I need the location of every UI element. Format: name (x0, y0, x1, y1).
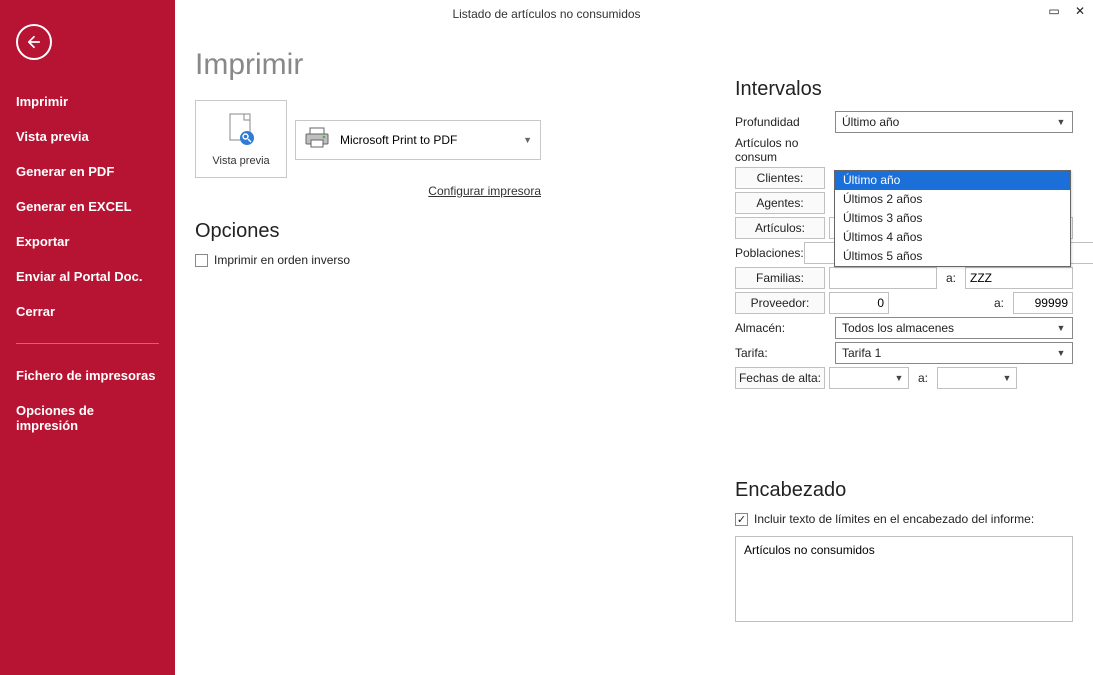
sidebar: Imprimir Vista previa Generar en PDF Gen… (0, 0, 175, 675)
window-title: Listado de artículos no consumidos (452, 7, 640, 21)
preview-button-label: Vista previa (212, 155, 269, 167)
proveedor-to-input[interactable] (1013, 292, 1073, 314)
chevron-down-icon: ▼ (892, 368, 906, 388)
profundidad-option-5[interactable]: Últimos 5 años (835, 247, 1070, 266)
almacen-label: Almacén: (735, 321, 835, 335)
familias-button[interactable]: Familias: (735, 267, 825, 289)
familias-a-label: a: (943, 271, 959, 285)
almacen-select[interactable]: Todos los almacenes ▼ (835, 317, 1073, 339)
sidebar-item-exportar[interactable]: Exportar (0, 224, 175, 259)
chevron-down-icon: ▼ (1053, 343, 1069, 363)
document-preview-icon (225, 112, 257, 151)
chevron-down-icon: ▼ (1000, 368, 1014, 388)
poblaciones-label: Poblaciones: (735, 246, 804, 260)
printer-selected-label: Microsoft Print to PDF (340, 133, 457, 147)
articulos-button[interactable]: Artículos: (735, 217, 825, 239)
fecha-to-input[interactable]: ▼ (937, 367, 1017, 389)
window-close-button[interactable]: ✕ (1073, 4, 1087, 18)
proveedor-from-input[interactable] (829, 292, 889, 314)
profundidad-option-1[interactable]: Último año (835, 171, 1070, 190)
content-area: Imprimir Vista previa (175, 0, 1093, 675)
sidebar-item-generar-pdf[interactable]: Generar en PDF (0, 154, 175, 189)
reverse-order-checkbox[interactable] (195, 254, 208, 267)
sidebar-item-fichero-impresoras[interactable]: Fichero de impresoras (0, 358, 175, 393)
familias-from-input[interactable] (829, 267, 937, 289)
profundidad-label: Profundidad (735, 115, 835, 129)
preview-button[interactable]: Vista previa (195, 100, 287, 178)
sidebar-item-vista-previa[interactable]: Vista previa (0, 119, 175, 154)
window-restore-button[interactable]: ▭ (1047, 4, 1061, 18)
fecha-from-input[interactable]: ▼ (829, 367, 909, 389)
agentes-button[interactable]: Agentes: (735, 192, 825, 214)
incluir-checkbox[interactable]: ✓ (735, 513, 748, 526)
clientes-button[interactable]: Clientes: (735, 167, 825, 189)
familias-to-input[interactable] (965, 267, 1073, 289)
sidebar-separator (16, 343, 159, 344)
almacen-selected: Todos los almacenes (842, 321, 954, 335)
sidebar-item-cerrar[interactable]: Cerrar (0, 294, 175, 329)
proveedor-a-label: a: (991, 296, 1007, 310)
printer-selector[interactable]: Microsoft Print to PDF ▼ (295, 120, 541, 160)
profundidad-option-3[interactable]: Últimos 3 años (835, 209, 1070, 228)
encabezado-textarea[interactable] (735, 536, 1073, 622)
profundidad-dropdown-popup: Último año Últimos 2 años Últimos 3 años… (834, 170, 1071, 267)
back-button[interactable] (16, 24, 52, 60)
profundidad-option-4[interactable]: Últimos 4 años (835, 228, 1070, 247)
tarifa-select[interactable]: Tarifa 1 ▼ (835, 342, 1073, 364)
proveedor-button[interactable]: Proveedor: (735, 292, 825, 314)
chevron-down-icon: ▼ (1053, 112, 1069, 132)
tarifa-label: Tarifa: (735, 346, 835, 360)
configure-printer-link[interactable]: Configurar impresora (295, 184, 541, 198)
profundidad-selected: Último año (842, 115, 899, 129)
printer-icon (304, 127, 330, 154)
chevron-down-icon: ▼ (523, 135, 532, 145)
encabezado-heading: Encabezado (735, 479, 1073, 502)
sidebar-item-imprimir[interactable]: Imprimir (0, 84, 175, 119)
fechas-a-label: a: (915, 371, 931, 385)
reverse-order-label: Imprimir en orden inverso (214, 253, 350, 267)
profundidad-option-2[interactable]: Últimos 2 años (835, 190, 1070, 209)
chevron-down-icon: ▼ (1053, 318, 1069, 338)
articulos-no-consum-label: Artículos no consum (735, 136, 835, 164)
back-arrow-icon (25, 33, 43, 51)
profundidad-select[interactable]: Último año ▼ (835, 111, 1073, 133)
fechas-alta-button[interactable]: Fechas de alta: (735, 367, 825, 389)
intervals-heading: Intervalos (735, 78, 1073, 101)
sidebar-item-opciones-impresion[interactable]: Opciones de impresión (0, 393, 175, 443)
incluir-label: Incluir texto de límites en el encabezad… (754, 512, 1034, 526)
sidebar-item-enviar-portal[interactable]: Enviar al Portal Doc. (0, 259, 175, 294)
tarifa-selected: Tarifa 1 (842, 346, 881, 360)
sidebar-item-generar-excel[interactable]: Generar en EXCEL (0, 189, 175, 224)
